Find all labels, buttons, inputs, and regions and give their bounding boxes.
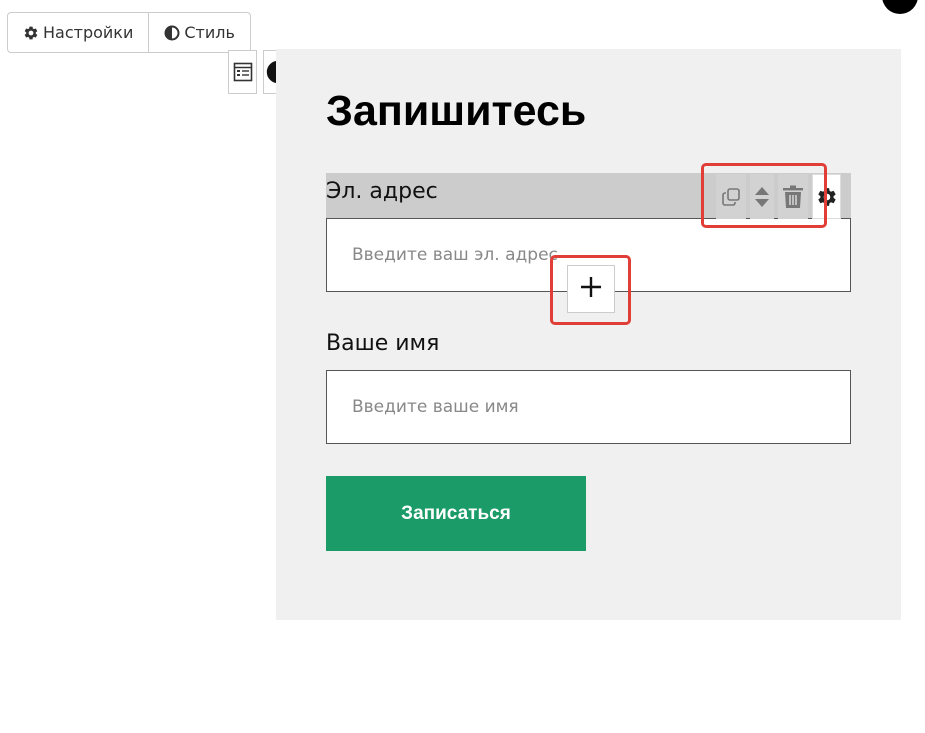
- name-label: Ваше имя: [326, 331, 440, 356]
- contrast-icon: [164, 25, 180, 41]
- email-label: Эл. адрес: [326, 179, 438, 204]
- field-toolbar: [716, 174, 841, 219]
- style-tab-label: Стиль: [184, 23, 235, 42]
- settings-tab-label: Настройки: [43, 23, 134, 42]
- corner-badge: [882, 0, 918, 14]
- editor-tabs: Настройки Стиль: [7, 12, 251, 53]
- submit-button[interactable]: Записаться: [326, 476, 586, 551]
- duplicate-field-button[interactable]: [716, 174, 746, 219]
- name-input[interactable]: [326, 370, 851, 444]
- signup-form: Запишитесь Эл. адрес Ваше имя Записаться: [276, 49, 901, 620]
- delete-field-button[interactable]: [778, 174, 808, 219]
- gear-icon: [816, 186, 838, 208]
- move-field-handle[interactable]: [750, 174, 774, 219]
- field-settings-button[interactable]: [812, 174, 841, 219]
- form-settings-button[interactable]: [228, 50, 257, 94]
- add-field-button[interactable]: [567, 265, 615, 313]
- copy-icon: [721, 187, 741, 207]
- plus-icon: [579, 275, 603, 303]
- trash-icon: [782, 185, 804, 209]
- move-up-down-icon: [754, 185, 770, 209]
- form-list-icon: [233, 62, 253, 82]
- form-title: Запишитесь: [326, 87, 587, 135]
- style-tab[interactable]: Стиль: [148, 13, 250, 52]
- settings-tab[interactable]: Настройки: [8, 13, 148, 52]
- gear-icon: [23, 25, 39, 41]
